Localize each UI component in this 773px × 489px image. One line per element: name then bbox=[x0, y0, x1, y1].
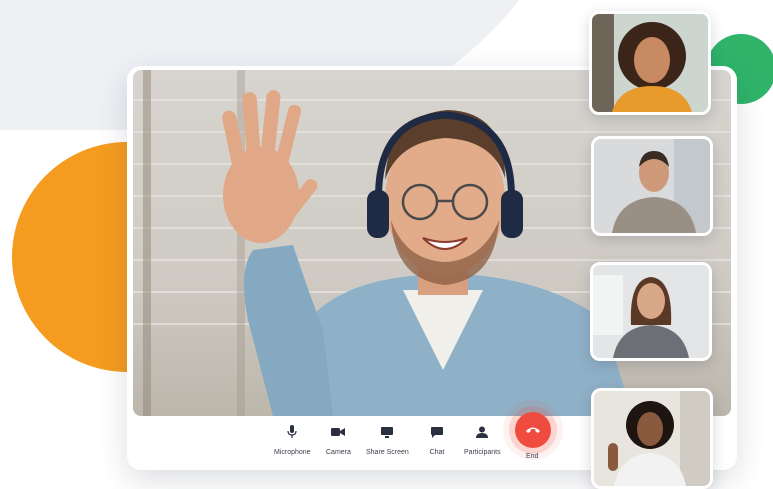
share-screen-button[interactable]: Share Screen bbox=[366, 424, 409, 456]
participant-woman-curly-hair bbox=[592, 14, 708, 112]
main-speaker-illustration bbox=[133, 70, 731, 416]
phone-hangup-icon bbox=[525, 421, 541, 439]
share-screen-icon bbox=[378, 424, 396, 440]
participant-woman-long-hair bbox=[593, 265, 709, 358]
chat-button[interactable]: Chat bbox=[428, 424, 446, 456]
chat-icon bbox=[428, 424, 446, 440]
chat-label: Chat bbox=[429, 449, 445, 456]
share-screen-label: Share Screen bbox=[366, 449, 409, 456]
camera-label: Camera bbox=[326, 449, 351, 456]
end-call-label: End bbox=[526, 453, 539, 460]
main-video-feed[interactable] bbox=[133, 70, 731, 416]
participant-man-beard bbox=[594, 139, 710, 233]
participant-tile-2[interactable] bbox=[591, 136, 713, 236]
participants-label: Participants bbox=[464, 449, 501, 456]
end-call-button[interactable] bbox=[515, 412, 551, 448]
participants-button[interactable]: Participants bbox=[464, 424, 501, 456]
participant-tile-4[interactable] bbox=[591, 388, 713, 489]
camera-icon bbox=[329, 424, 347, 440]
microphone-label: Microphone bbox=[274, 449, 311, 456]
participants-icon bbox=[473, 424, 491, 440]
microphone-icon bbox=[283, 424, 301, 440]
microphone-button[interactable]: Microphone bbox=[274, 424, 311, 456]
camera-button[interactable]: Camera bbox=[326, 424, 351, 456]
participant-woman-curly-dark bbox=[594, 391, 710, 486]
participant-tile-1[interactable] bbox=[589, 11, 711, 115]
participant-tile-3[interactable] bbox=[590, 262, 712, 361]
